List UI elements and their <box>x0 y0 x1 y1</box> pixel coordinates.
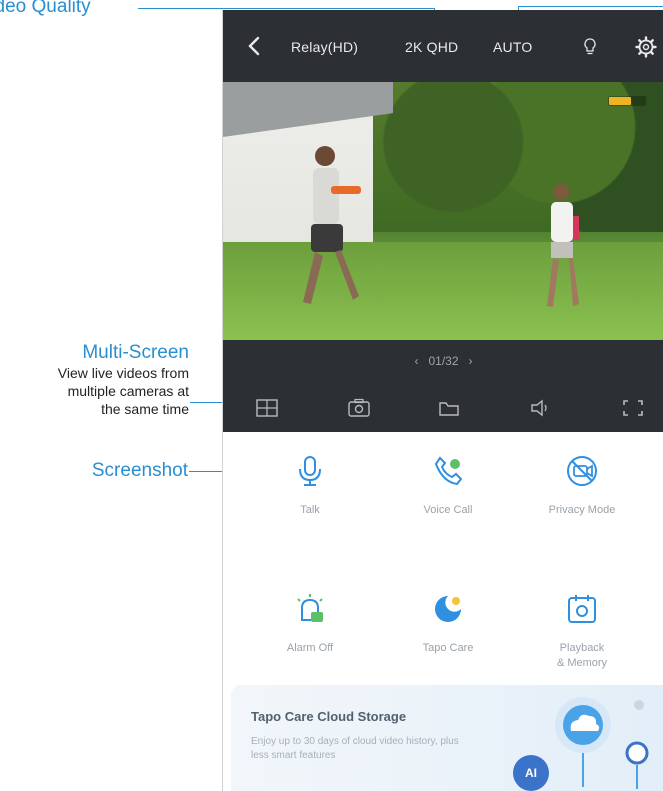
multi-screen-desc-line3: the same time <box>101 401 189 417</box>
leader-mode-h <box>518 6 663 7</box>
tapo-care-button[interactable]: Tapo Care <box>393 592 503 656</box>
privacy-camera-icon <box>567 456 597 486</box>
screenshot-camera-icon[interactable] <box>347 398 371 418</box>
playback-icon <box>568 595 596 623</box>
settings-gear-icon[interactable] <box>635 36 657 58</box>
pager-prev-icon[interactable]: ‹ <box>414 354 428 368</box>
talk-button[interactable]: Talk <box>255 454 365 518</box>
night-vision-mode-button[interactable]: AUTO <box>493 39 532 55</box>
fullscreen-icon[interactable] <box>621 398 645 418</box>
video-quality-button[interactable]: 2K QHD <box>405 39 458 55</box>
top-bar: Relay(HD) 2K QHD AUTO <box>223 10 663 82</box>
tapo-care-cloud-banner[interactable]: Tapo Care Cloud Storage Enjoy up to 30 d… <box>231 685 663 791</box>
alarm-button[interactable]: Alarm Off <box>255 592 365 656</box>
microphone-icon <box>299 456 321 486</box>
video-adult-figure <box>303 146 361 304</box>
talk-label: Talk <box>300 504 320 516</box>
banner-title: Tapo Care Cloud Storage <box>251 709 407 724</box>
alarm-label: Alarm Off <box>286 642 334 654</box>
video-lawn <box>223 242 663 340</box>
light-bulb-icon[interactable] <box>583 38 597 56</box>
playback-label-line2: & Memory <box>556 657 608 669</box>
phone-icon <box>434 456 463 486</box>
multi-screen-desc-line1: View live videos from <box>57 365 189 381</box>
camera-pager: ‹ 01/32 › <box>223 354 663 368</box>
tapo-care-label: Tapo Care <box>422 642 474 654</box>
privacy-mode-button[interactable]: Privacy Mode <box>527 454 637 518</box>
privacy-mode-label: Privacy Mode <box>548 504 616 516</box>
battery-level-icon <box>608 96 646 106</box>
multi-screen-icon[interactable] <box>255 398 279 418</box>
record-video-icon[interactable] <box>437 398 461 418</box>
leader-video-quality-h <box>138 8 435 9</box>
multi-screen-title: Multi-Screen <box>82 342 189 363</box>
video-child-figure <box>547 184 579 307</box>
ai-badge-icon: AI <box>513 755 549 791</box>
playback-memory-label: Playback & Memory <box>527 641 637 671</box>
control-bar: ‹ 01/32 › <box>223 340 663 432</box>
tapo-care-icon <box>435 596 461 622</box>
camera-app-screen: Relay(HD) 2K QHD AUTO ‹ 01/32 › Talk Voi… <box>222 10 663 791</box>
voice-call-button[interactable]: Voice Call <box>393 454 503 518</box>
speaker-volume-icon[interactable] <box>529 398 553 418</box>
playback-label-line1: Playback <box>559 642 605 654</box>
cloud-storage-icon <box>555 697 649 789</box>
live-video-feed[interactable] <box>223 82 663 340</box>
multi-screen-callout: Multi-Screen View live videos from multi… <box>58 342 189 418</box>
alarm-light-icon <box>297 594 323 622</box>
pager-count: 01/32 <box>428 354 459 368</box>
back-arrow-icon[interactable] <box>247 36 261 56</box>
video-quality-callout: Video Quality <box>0 0 91 17</box>
voice-call-label: Voice Call <box>423 504 473 516</box>
banner-description: Enjoy up to 30 days of cloud video histo… <box>251 736 459 761</box>
pager-next-icon[interactable]: › <box>459 354 473 368</box>
multi-screen-desc-line2: multiple cameras at <box>67 383 189 399</box>
stream-type-label[interactable]: Relay(HD) <box>291 39 358 55</box>
playback-memory-button[interactable]: Playback & Memory <box>527 592 637 671</box>
screenshot-callout: Screenshot <box>91 460 188 481</box>
